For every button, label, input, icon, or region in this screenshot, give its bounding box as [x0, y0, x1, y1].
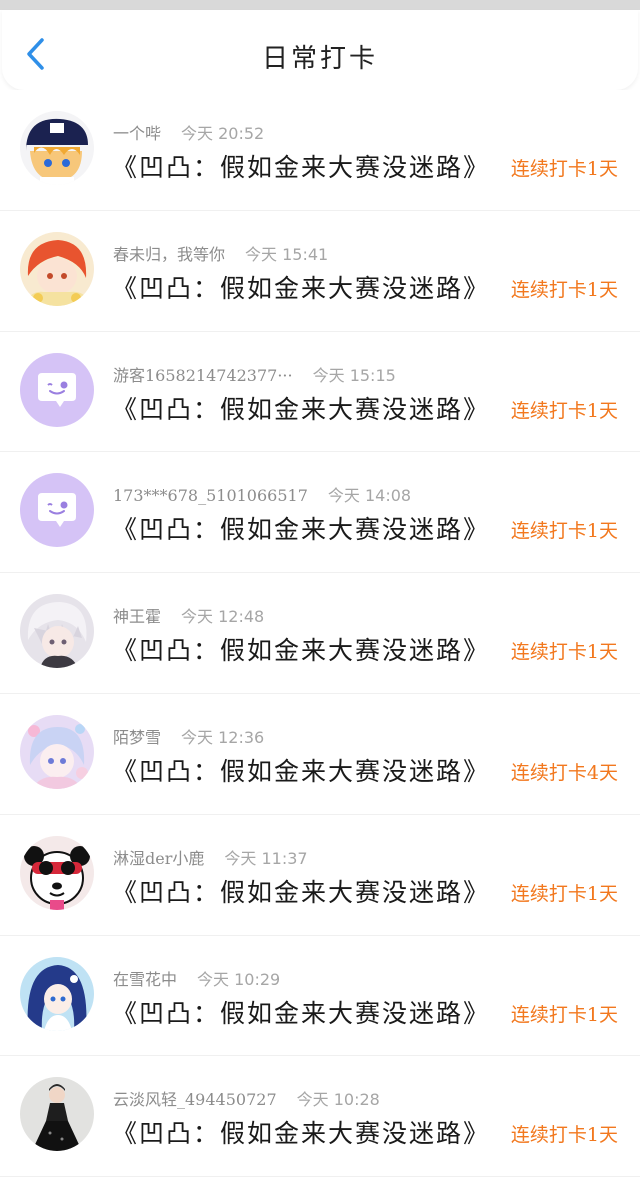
list-item[interactable]: 云淡风轻_494450727 今天 10:28 《凹凸：假如金来大赛没迷路》 连续… — [0, 1056, 640, 1177]
panda-cartoon-avatar — [20, 835, 94, 910]
girl-black-dress-avatar — [20, 1077, 94, 1152]
username: 淋湿der小鹿 — [113, 848, 205, 868]
streak-badge: 连续打卡1天 — [510, 399, 618, 422]
item-meta: 云淡风轻_494450727 今天 10:28 — [113, 1086, 380, 1110]
list-item[interactable]: 陌梦雪 今天 12:36 《凹凸：假如金来大赛没迷路》 连续打卡4天 — [0, 694, 640, 815]
item-meta: 173***678_5101066517 今天 14:08 — [113, 482, 411, 506]
streak-badge: 连续打卡1天 — [510, 882, 618, 905]
list-item[interactable]: 173***678_5101066517 今天 14:08 《凹凸：假如金来大赛没… — [0, 452, 640, 574]
timestamp: 今天 10:28 — [296, 1090, 380, 1110]
item-meta: 春未归，我等你 今天 15:41 — [113, 241, 328, 265]
work-title: 《凹凸：假如金来大赛没迷路》 — [112, 273, 491, 303]
anime-girl-pastel-avatar — [20, 714, 94, 789]
username: 云淡风轻_494450727 — [113, 1090, 277, 1110]
timestamp: 今天 14:08 — [327, 486, 412, 506]
username: 陌梦雪 — [113, 727, 162, 747]
item-meta: 一个哔 今天 20:52 — [113, 120, 264, 144]
anime-boy-white-hair-avatar — [20, 594, 94, 669]
avatar[interactable] — [20, 352, 94, 427]
avatar[interactable] — [20, 473, 94, 548]
work-title: 《凹凸：假如金来大赛没迷路》 — [112, 394, 491, 424]
item-meta: 神王霍 今天 12:48 — [113, 603, 264, 627]
anime-girl-blue-hair-avatar — [20, 956, 94, 1031]
item-meta: 陌梦雪 今天 12:36 — [113, 724, 264, 748]
timestamp: 今天 11:37 — [224, 848, 308, 868]
streak-badge: 连续打卡1天 — [510, 641, 618, 664]
timestamp: 今天 15:41 — [245, 244, 329, 264]
guest-chat-bubble-avatar — [20, 473, 94, 548]
avatar[interactable] — [20, 714, 94, 789]
username: 一个哔 — [113, 124, 162, 143]
page-title: 日常打卡 — [261, 44, 378, 74]
username: 在雪花中 — [113, 969, 178, 989]
status-bar — [0, 0, 640, 10]
username: 春未归，我等你 — [113, 244, 226, 264]
work-title: 《凹凸：假如金来大赛没迷路》 — [112, 1119, 491, 1149]
anime-girl-red-hair-avatar — [20, 231, 94, 306]
username: 游客1658214742377··· — [113, 365, 293, 385]
work-title: 《凹凸：假如金来大赛没迷路》 — [112, 998, 491, 1028]
streak-badge: 连续打卡1天 — [510, 1124, 618, 1147]
streak-badge: 连续打卡1天 — [510, 158, 618, 180]
nav-header: 日常打卡 — [2, 10, 638, 90]
streak-badge: 连续打卡1天 — [510, 520, 618, 543]
streak-badge: 连续打卡1天 — [510, 278, 618, 301]
list-item[interactable]: 春未归，我等你 今天 15:41 《凹凸：假如金来大赛没迷路》 连续打卡1天 — [0, 211, 640, 332]
work-title: 《凹凸：假如金来大赛没迷路》 — [112, 756, 491, 786]
work-title: 《凹凸：假如金来大赛没迷路》 — [112, 877, 491, 907]
guest-chat-bubble-avatar — [20, 352, 94, 427]
avatar[interactable] — [20, 835, 94, 910]
checkin-list: 一个哔 今天 20:52 《凹凸：假如金来大赛没迷路》 连续打卡1天 春未归，我等… — [0, 90, 640, 1177]
anime-boy-cap-avatar — [20, 111, 94, 185]
timestamp: 今天 12:48 — [181, 607, 265, 627]
avatar[interactable] — [20, 1077, 94, 1152]
work-title: 《凹凸：假如金来大赛没迷路》 — [112, 515, 491, 545]
list-item[interactable]: 淋湿der小鹿 今天 11:37 《凹凸：假如金来大赛没迷路》 连续打卡1天 — [0, 815, 640, 936]
avatar[interactable] — [20, 111, 94, 185]
list-item[interactable]: 游客1658214742377··· 今天 15:15 《凹凸：假如金来大赛没迷路… — [0, 332, 640, 453]
username: 神王霍 — [113, 607, 162, 627]
work-title: 《凹凸：假如金来大赛没迷路》 — [112, 636, 491, 666]
list-item[interactable]: 在雪花中 今天 10:29 《凹凸：假如金来大赛没迷路》 连续打卡1天 — [0, 936, 640, 1057]
timestamp: 今天 15:15 — [312, 365, 396, 385]
timestamp: 今天 12:36 — [181, 727, 265, 747]
avatar[interactable] — [20, 956, 94, 1031]
username: 173***678_5101066517 — [113, 486, 308, 506]
work-title: 《凹凸：假如金来大赛没迷路》 — [112, 153, 491, 182]
list-item[interactable]: 一个哔 今天 20:52 《凹凸：假如金来大赛没迷路》 连续打卡1天 — [0, 90, 640, 211]
item-meta: 淋湿der小鹿 今天 11:37 — [113, 845, 308, 869]
timestamp: 今天 20:52 — [181, 124, 265, 143]
list-item[interactable]: 神王霍 今天 12:48 《凹凸：假如金来大赛没迷路》 连续打卡1天 — [0, 573, 640, 694]
item-meta: 游客1658214742377··· 今天 15:15 — [113, 362, 396, 386]
avatar[interactable] — [20, 594, 94, 669]
streak-badge: 连续打卡1天 — [510, 1003, 618, 1026]
avatar[interactable] — [20, 231, 94, 306]
timestamp: 今天 10:29 — [197, 969, 281, 989]
item-meta: 在雪花中 今天 10:29 — [113, 966, 280, 990]
streak-badge: 连续打卡4天 — [510, 761, 618, 784]
